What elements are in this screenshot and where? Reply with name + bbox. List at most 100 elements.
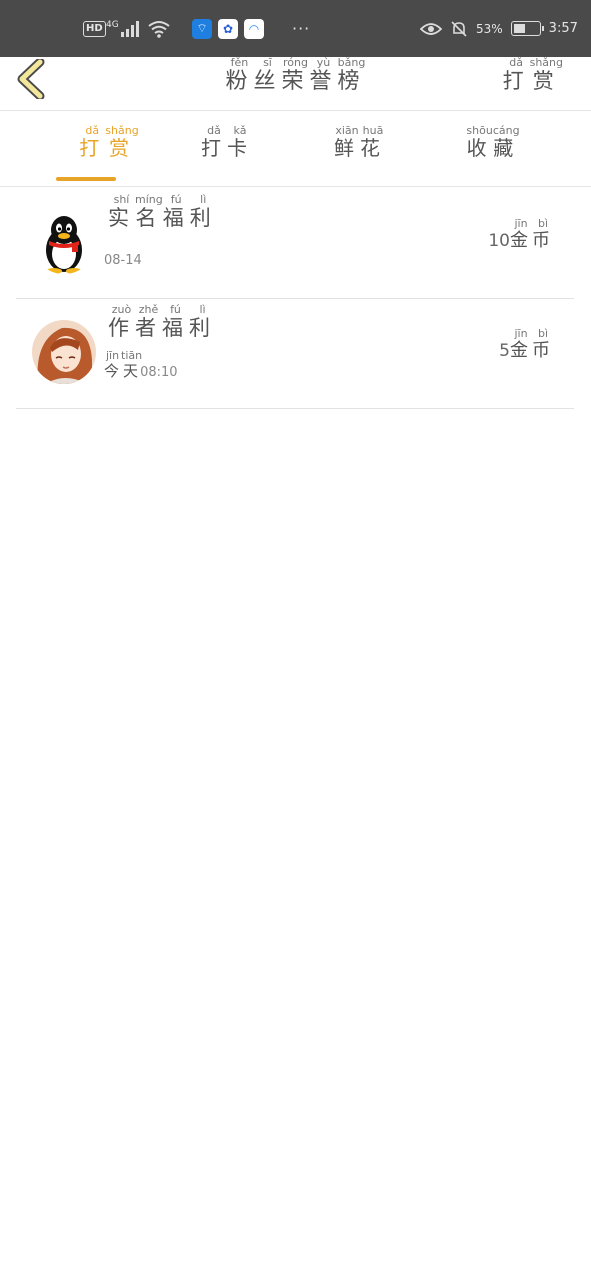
hanzi-char: 誉yù bbox=[309, 56, 338, 94]
penguin-avatar bbox=[32, 210, 96, 274]
tab-checkin[interactable]: 打dǎ卡kǎ bbox=[172, 124, 282, 161]
pinyin: jīn bbox=[510, 327, 532, 340]
hanzi-char: 打dǎ bbox=[79, 124, 106, 160]
hd-indicator: HD bbox=[83, 0, 106, 57]
hanzi-char: 打dǎ bbox=[502, 56, 530, 93]
pinyin: zhě bbox=[135, 303, 162, 316]
record-title: 作zuò者zhě福fú利lì bbox=[108, 303, 216, 342]
date-value: 08:10 bbox=[140, 365, 178, 380]
record-date: 08-14 bbox=[104, 250, 142, 268]
hanzi-char: 利lì bbox=[189, 193, 217, 230]
hanzi-char: 荣róng bbox=[281, 56, 310, 94]
pinyin: bì bbox=[532, 217, 554, 230]
hanzi-char: 粉fěn bbox=[225, 56, 254, 94]
mute-bell-icon bbox=[451, 20, 467, 37]
reward-button[interactable]: 打dǎ赏shǎng bbox=[502, 56, 563, 95]
coin-unit: 金jīn币bì bbox=[510, 217, 554, 251]
hanzi-char: 金jīn bbox=[510, 327, 532, 361]
hanzi-char: 实shí bbox=[108, 193, 135, 230]
tab-reward[interactable]: 打dǎ赏shǎng bbox=[54, 124, 164, 181]
coin-number: 5 bbox=[499, 341, 510, 361]
pinyin: dǎ bbox=[79, 124, 106, 137]
record-title-text: 实shí名míng福fú利lì bbox=[108, 193, 217, 230]
browser-app-icon: ◠ bbox=[244, 18, 264, 39]
pinyin: róng bbox=[281, 56, 310, 69]
tab-label: 打dǎ赏shǎng bbox=[79, 124, 139, 160]
eye-comfort-icon bbox=[420, 22, 442, 35]
tab-flowers[interactable]: 鲜xiān花huā bbox=[305, 124, 415, 161]
hanzi-char: 赏shǎng bbox=[105, 124, 139, 160]
pinyin: cáng bbox=[492, 124, 520, 137]
pinyin: lì bbox=[189, 193, 217, 206]
hanzi-char: 福fú bbox=[162, 303, 189, 340]
pinyin: zuò bbox=[108, 303, 135, 316]
pinyin: shōu bbox=[466, 124, 493, 137]
pinyin: shǎng bbox=[105, 124, 139, 137]
battery-icon bbox=[510, 21, 544, 36]
avatar bbox=[32, 210, 96, 274]
list-item[interactable]: 实shí名míng福fú利lì 08-14 10金jīn币bì bbox=[16, 188, 574, 299]
hanzi-char: 天tiān bbox=[121, 349, 143, 380]
hanzi-char: 今jīn bbox=[104, 349, 122, 380]
pinyin: jīn bbox=[510, 217, 532, 230]
hanzi-char: 藏cáng bbox=[492, 124, 520, 160]
clock: 3:57 bbox=[548, 21, 578, 36]
status-right-group: 53% 3:57 bbox=[420, 0, 578, 57]
hanzi-char: 作zuò bbox=[108, 303, 135, 340]
top-nav-bar: 粉fěn丝sī荣róng誉yù榜bǎng 打dǎ赏shǎng bbox=[0, 56, 591, 111]
tab-label: 收shōu藏cáng bbox=[466, 124, 520, 160]
cellular-signal: 4G bbox=[106, 0, 171, 57]
active-tab-underline bbox=[56, 177, 116, 181]
coin-unit: 金jīn币bì bbox=[510, 327, 554, 361]
pinyin: fú bbox=[162, 193, 190, 206]
hanzi-char: 金jīn bbox=[510, 217, 532, 251]
hanzi-char: 福fú bbox=[162, 193, 190, 230]
tab-label: 打dǎ卡kǎ bbox=[201, 124, 253, 160]
hanzi-char: 鲜xiān bbox=[334, 124, 360, 160]
status-bar: HD 4G ⌔ ✿ ◠ ··· 53% 3:57 bbox=[0, 0, 591, 57]
page-title-text: 粉fěn丝sī荣róng誉yù榜bǎng bbox=[225, 56, 366, 94]
pinyin: fěn bbox=[225, 56, 254, 69]
hanzi-char: 打dǎ bbox=[201, 124, 227, 160]
pinyin: kǎ bbox=[227, 124, 253, 137]
pinyin: míng bbox=[135, 193, 163, 206]
baidu-app-icon: ✿ bbox=[218, 18, 238, 39]
network-type-label: 4G bbox=[106, 20, 119, 30]
list-item[interactable]: 作zuò者zhě福fú利lì 今jīn天tiān08:10 5金jīn币bì bbox=[16, 298, 574, 409]
hanzi-char: 花huā bbox=[360, 124, 386, 160]
pinyin: yù bbox=[309, 56, 338, 69]
pinyin: dǎ bbox=[502, 56, 530, 69]
coin-number: 10 bbox=[488, 231, 510, 251]
reward-button-label: 打dǎ赏shǎng bbox=[502, 56, 563, 93]
signal-icon bbox=[120, 20, 139, 37]
coin-amount: 5金jīn币bì bbox=[499, 327, 554, 362]
anime-girl-avatar bbox=[32, 320, 96, 384]
pinyin: sī bbox=[253, 56, 282, 69]
pinyin: tiān bbox=[121, 349, 143, 362]
pinyin: jīn bbox=[104, 349, 121, 362]
record-title: 实shí名míng福fú利lì bbox=[108, 193, 217, 232]
pinyin: bì bbox=[532, 327, 554, 340]
pinyin: xiān bbox=[334, 124, 360, 137]
wifi-icon bbox=[148, 20, 170, 38]
pinyin: lì bbox=[189, 303, 216, 316]
pinyin: dǎ bbox=[201, 124, 227, 137]
tab-bar: 打dǎ赏shǎng 打dǎ卡kǎ 鲜xiān花huā 收shōu藏cáng bbox=[0, 111, 591, 187]
more-notifications-dots: ··· bbox=[292, 19, 311, 38]
hanzi-char: 币bì bbox=[532, 217, 554, 251]
hanzi-char: 榜bǎng bbox=[337, 56, 366, 94]
hanzi-char: 币bì bbox=[532, 327, 554, 361]
pinyin: shǎng bbox=[529, 56, 563, 69]
record-title-text: 作zuò者zhě福fú利lì bbox=[108, 303, 216, 340]
avatar bbox=[32, 320, 96, 384]
hanzi-char: 利lì bbox=[189, 303, 216, 340]
hanzi-char: 名míng bbox=[135, 193, 163, 230]
battery-percent: 53% bbox=[476, 21, 503, 36]
hanzi-char: 收shōu bbox=[466, 124, 493, 160]
wifi-sharing-app-icon: ⌔ bbox=[192, 18, 212, 39]
tab-favorites[interactable]: 收shōu藏cáng bbox=[438, 124, 548, 161]
record-date: 今jīn天tiān08:10 bbox=[104, 349, 178, 381]
pinyin: fú bbox=[162, 303, 189, 316]
date-prefix: 今jīn天tiān bbox=[104, 349, 143, 380]
pinyin: huā bbox=[360, 124, 386, 137]
